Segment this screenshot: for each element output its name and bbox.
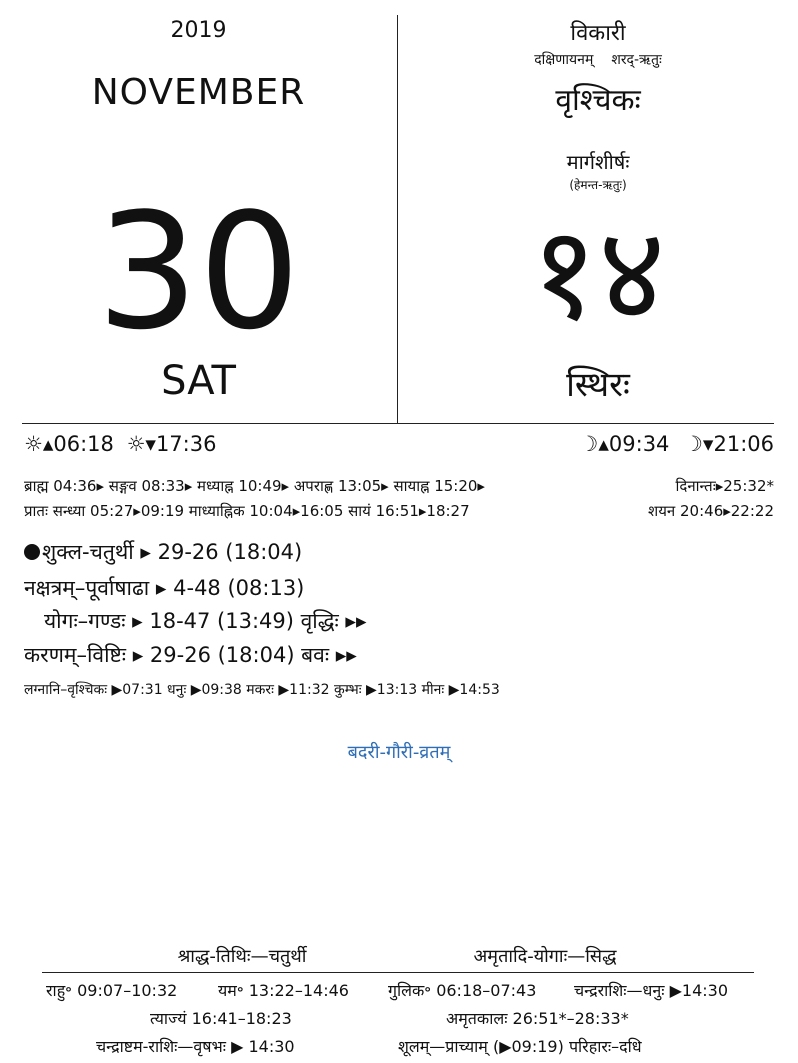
weekday: SAT <box>161 358 236 404</box>
date-number: 30 <box>96 178 301 365</box>
tithi-number: १४ <box>530 197 666 349</box>
ritu: शरद्-ऋतुः <box>611 52 662 68</box>
amritadi-yoga: अमृतादि-योगाः—सिद्ध <box>473 946 617 967</box>
karana-line: करणम्–विष्टिः ▸ 29-26 (18:04) बवः ▸▸ <box>24 643 357 667</box>
tyajya: त्याज्यं 16:41–18:23 <box>150 1009 292 1028</box>
month: NOVEMBER <box>91 72 306 113</box>
festival: बदरी-गौरी-व्रतम् <box>347 742 451 763</box>
lagna-line: लग्नानि–वृश्चिकः ▶07:31 धनुः ▶09:38 मकरः… <box>24 682 500 698</box>
dinanta: दिनान्तः▸25:32* <box>675 477 774 495</box>
moonset-time: ☽▾21:06 <box>684 432 774 456</box>
tithi-line: शुक्ल-चतुर्थी ▸ 29-26 (18:04) <box>24 538 302 566</box>
sunrise-time: ☼▴06:18 <box>24 432 114 456</box>
solar-rashi: वृश्चिकः <box>555 83 641 118</box>
moonrise-time: ☽▴09:34 <box>579 432 670 456</box>
ayana: दक्षिणायनम् <box>534 52 594 68</box>
shayana: शयन 20:46▸22:22 <box>648 502 774 520</box>
samvatsara: विकारी <box>570 21 626 46</box>
lunar-month: मार्गशीर्षः <box>566 150 630 174</box>
sunset-time: ☼▾17:36 <box>126 432 217 456</box>
tithi-name: स्थिरः <box>566 365 630 405</box>
shula: शूलम्—प्राच्याम् (▶09:19) परिहारः–दधि <box>398 1037 642 1056</box>
shraddha-tithi: श्राद्ध-तिथिः—चतुर्थी <box>177 946 307 967</box>
sunrise-sunset: ☼▴06:18 ☼▾17:36 <box>24 432 216 456</box>
rahu-kala: राहु॰ 09:07–10:32 <box>46 981 178 1000</box>
chandrashtama-rashi: चन्द्राष्टम-राशिः—वृषभः ▶ 14:30 <box>96 1037 295 1056</box>
chandra-rashi: चन्द्रराशिः—धनुः ▶14:30 <box>574 981 728 1000</box>
moonrise-moonset: ☽▴09:34 ☽▾21:06 <box>580 432 774 456</box>
footer-divider <box>42 972 754 973</box>
yoga-line: योगः–गण्डः ▸ 18-47 (13:49) वृद्धिः ▸▸ <box>44 609 367 633</box>
header-divider <box>22 423 774 424</box>
tithi-text: शुक्ल-चतुर्थी ▸ 29-26 (18:04) <box>42 540 303 564</box>
gulika-kala: गुलिक॰ 06:18–07:43 <box>388 981 537 1000</box>
lunar-month-ritu: (हेमन्त-ऋतुः) <box>569 178 627 192</box>
kala-divisions: ब्राह्म 04:36▸ सङ्गव 08:33▸ मध्याह्न 10:… <box>24 477 485 495</box>
ayana-ritu-line: दक्षिणायनम् शरद्-ऋतुः <box>398 50 798 69</box>
amrita-kala: अमृतकालः 26:51*–28:33* <box>446 1009 629 1028</box>
sandhya-times: प्रातः सन्ध्या 05:27▸09:19 माध्याह्निक 1… <box>24 502 470 520</box>
waxing-moon-icon <box>24 544 40 560</box>
yama-ganda: यम॰ 13:22–14:46 <box>218 981 349 1000</box>
nakshatra-line: नक्षत्रम्–पूर्वाषाढा ▸ 4-48 (08:13) <box>24 576 305 600</box>
year: 2019 <box>170 18 227 43</box>
